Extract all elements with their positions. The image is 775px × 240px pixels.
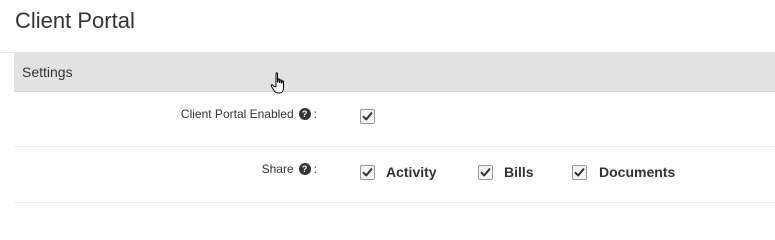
client-portal-page: Client Portal Settings Client Portal Ena… xyxy=(0,0,775,210)
client-portal-enabled-checkbox[interactable] xyxy=(360,109,375,124)
share-documents-label[interactable]: Documents xyxy=(599,164,675,181)
checkmark-icon xyxy=(362,168,373,177)
share-bills-checkbox[interactable] xyxy=(478,165,493,180)
share-label-group: Share ? : xyxy=(262,162,317,176)
share-activity-checkbox[interactable] xyxy=(360,165,375,180)
question-circle-icon[interactable]: ? xyxy=(298,163,311,175)
share-row: Share ? : Activity Bills Documents xyxy=(14,147,775,203)
page-title: Client Portal xyxy=(15,8,135,33)
share-bills-label[interactable]: Bills xyxy=(504,164,534,181)
client-portal-enabled-label: Client Portal Enabled xyxy=(180,107,294,121)
checkmark-icon xyxy=(480,168,491,177)
client-portal-enabled-row: Client Portal Enabled ? : xyxy=(14,92,775,147)
section-title: Settings xyxy=(22,64,73,80)
share-documents-checkbox[interactable] xyxy=(572,165,587,180)
settings-section-header[interactable]: Settings xyxy=(14,53,775,92)
client-portal-enabled-label-group: Client Portal Enabled ? : xyxy=(181,107,317,121)
label-colon: : xyxy=(313,162,317,176)
share-label: Share xyxy=(261,162,294,176)
checkmark-icon xyxy=(362,112,373,121)
question-circle-icon[interactable]: ? xyxy=(298,108,311,120)
share-activity-label[interactable]: Activity xyxy=(386,164,437,181)
label-colon: : xyxy=(313,107,317,121)
checkmark-icon xyxy=(574,168,585,177)
hand-pointer-icon xyxy=(270,72,284,94)
